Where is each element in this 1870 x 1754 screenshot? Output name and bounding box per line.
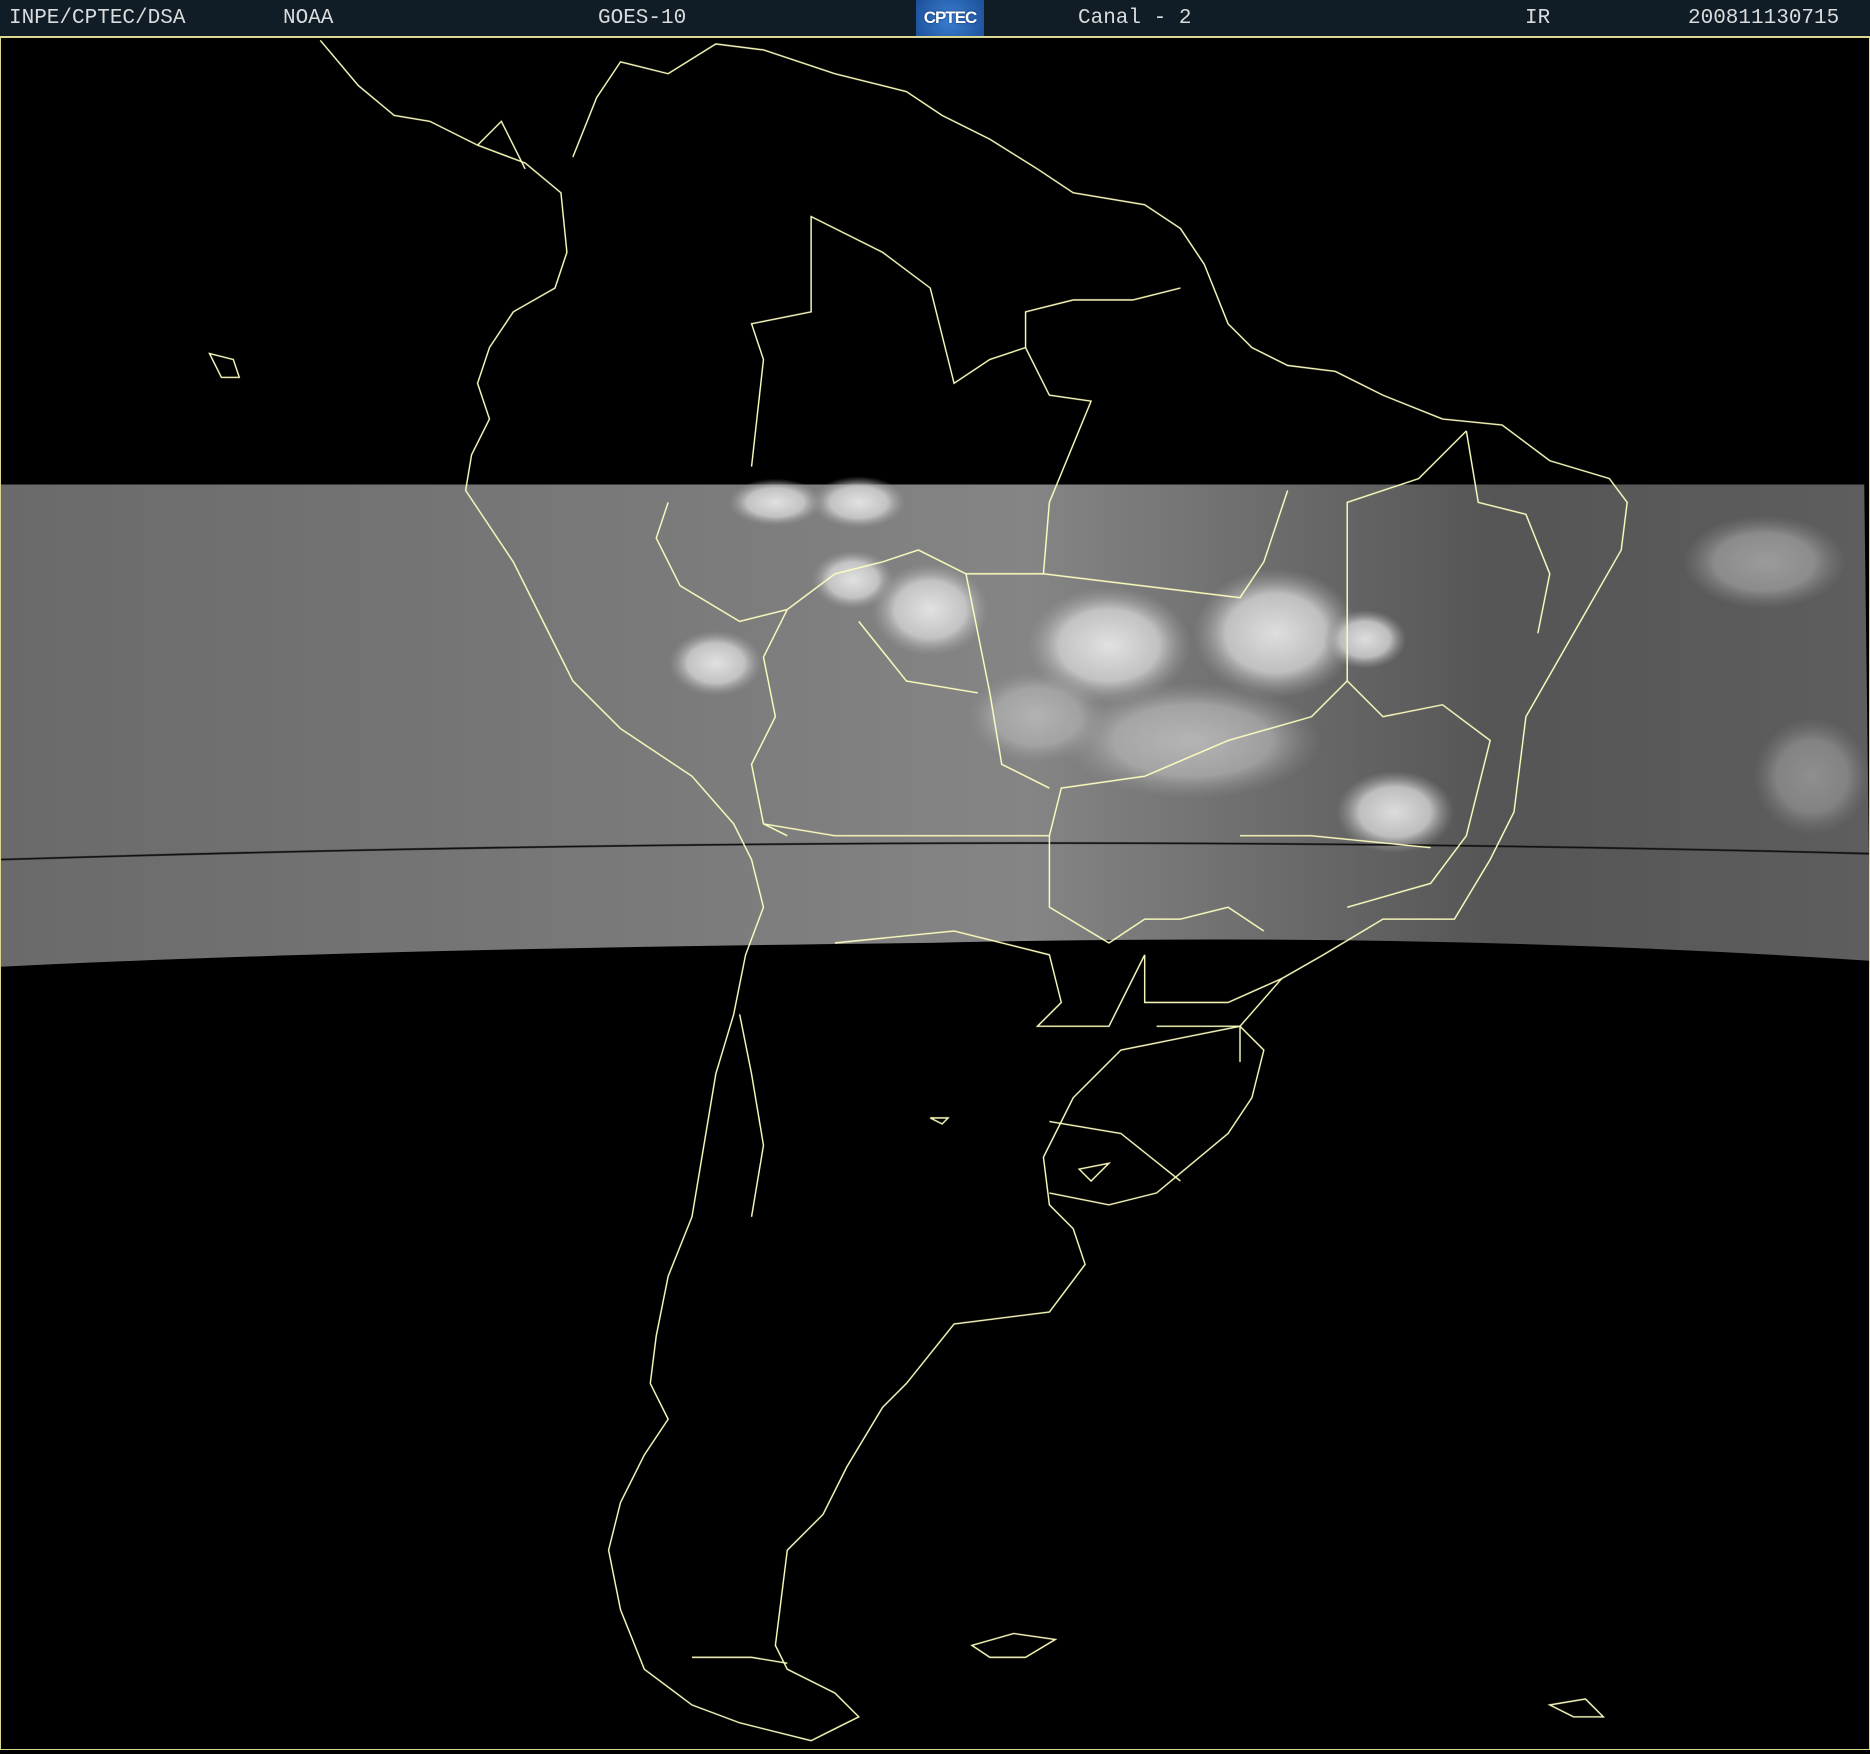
channel-label: Canal - 2 bbox=[1078, 7, 1192, 30]
timestamp-label: 200811130715 bbox=[1688, 7, 1840, 30]
institution-label: INPE/CPTEC/DSA bbox=[9, 7, 186, 30]
cptec-logo: CPTEC bbox=[916, 0, 984, 36]
image-header: INPE/CPTEC/DSA NOAA GOES-10 CPTEC Canal … bbox=[0, 0, 1870, 37]
agency-label: NOAA bbox=[283, 7, 334, 30]
satellite-label: GOES-10 bbox=[598, 7, 687, 30]
satellite-map bbox=[0, 37, 1870, 1750]
satellite-scan-band bbox=[1, 484, 1869, 967]
map-canvas bbox=[0, 39, 1870, 1742]
band-label: IR bbox=[1525, 7, 1551, 30]
